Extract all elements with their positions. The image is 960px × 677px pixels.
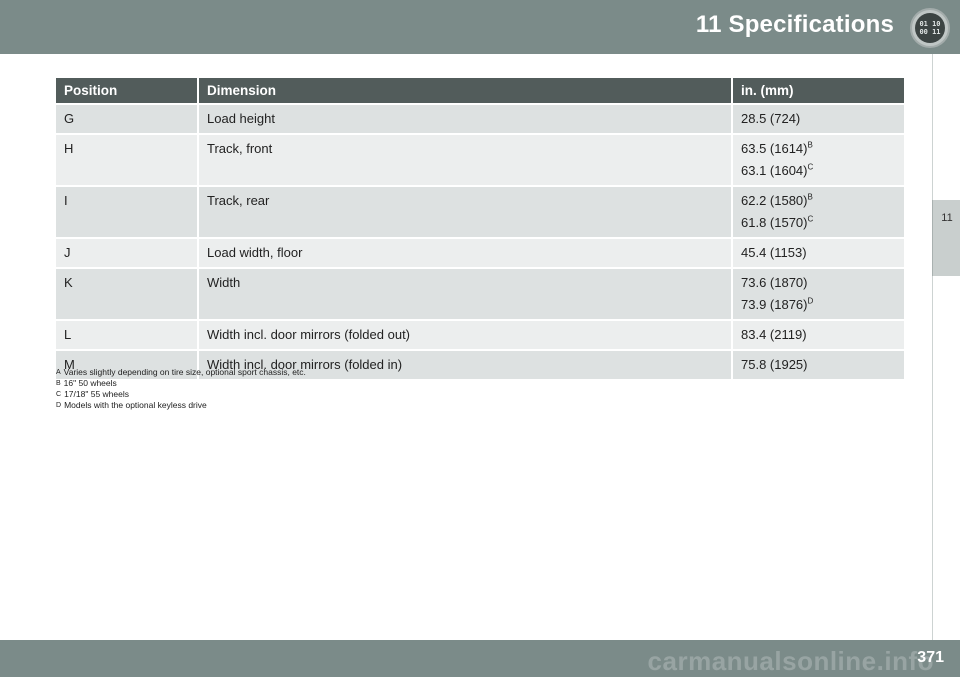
column-header-dimension: Dimension <box>198 78 733 104</box>
footnote: B 16" 50 wheels <box>56 378 306 389</box>
table-row: I Track, rear 62.2 (1580)B 61.8 (1570)C <box>56 185 904 238</box>
badge-inner: 01 10 00 11 <box>915 13 945 43</box>
table-row: L Width incl. door mirrors (folded out) 83… <box>56 319 904 350</box>
cell-value: 83.4 (2119) <box>732 319 904 350</box>
footnote-ref: B <box>807 192 813 202</box>
value-text: 45.4 (1153) <box>741 245 807 260</box>
value-text: 83.4 (2119) <box>741 327 807 342</box>
cell-position: G <box>56 103 199 134</box>
column-header-value: in. (mm) <box>732 78 904 104</box>
cell-position: K <box>56 267 199 320</box>
side-divider <box>932 276 960 640</box>
value-text: 61.8 (1570) <box>741 215 808 230</box>
dimensions-table: Position Dimension in. (mm) G Load height… <box>56 78 904 379</box>
footer-bar: 371 carmanualsonline.info <box>0 640 960 677</box>
cell-dimension: Track, rear <box>198 185 733 238</box>
cell-position: J <box>56 237 199 268</box>
cell-position: H <box>56 133 199 186</box>
table-row: K Width 73.6 (1870) 73.9 (1876)D <box>56 267 904 320</box>
side-divider <box>932 54 960 200</box>
value-text: 28.5 (724) <box>741 111 801 126</box>
value-line: 83.4 (2119) <box>741 327 896 343</box>
footnote-marker: D <box>56 402 62 409</box>
cell-dimension: Width <box>198 267 733 320</box>
footnote-text: 16" 50 wheels <box>63 378 117 388</box>
cell-value: 73.6 (1870) 73.9 (1876)D <box>732 267 904 320</box>
value-line: 28.5 (724) <box>741 111 896 127</box>
footnote-ref: C <box>807 162 814 172</box>
chapter-number: 11 <box>941 212 953 224</box>
footnote-marker: B <box>56 380 61 387</box>
cell-dimension: Load width, floor <box>198 237 733 268</box>
cell-value: 63.5 (1614)B 63.1 (1604)C <box>732 133 904 186</box>
cell-dimension: Load height <box>198 103 733 134</box>
cell-position: L <box>56 319 199 350</box>
cell-value: 28.5 (724) <box>732 103 904 134</box>
badge-line: 01 10 <box>919 20 941 28</box>
page-title: 11 Specifications <box>695 11 894 38</box>
value-text: 75.8 (1925) <box>741 357 808 372</box>
table-row: J Load width, floor 45.4 (1153) <box>56 237 904 268</box>
value-line: 45.4 (1153) <box>741 245 896 261</box>
value-line: 75.8 (1925) <box>741 357 896 373</box>
footnote-text: Models with the optional keyless drive <box>64 400 207 410</box>
value-text: 63.1 (1604) <box>741 163 808 178</box>
cell-dimension: Width incl. door mirrors (folded out) <box>198 319 733 350</box>
table-row: G Load height 28.5 (724) <box>56 103 904 134</box>
value-line: 62.2 (1580)B <box>741 193 896 209</box>
cell-position: I <box>56 185 199 238</box>
table-row: H Track, front 63.5 (1614)B 63.1 (1604)C <box>56 133 904 186</box>
value-line: 61.8 (1570)C <box>741 215 896 231</box>
value-line: 73.6 (1870) <box>741 275 896 291</box>
value-text: 73.6 (1870) <box>741 275 808 290</box>
footnote-ref: B <box>807 140 813 150</box>
chapter-side-tab[interactable]: 11 <box>932 200 960 276</box>
footnote-text: 17/18" 55 wheels <box>64 389 129 399</box>
value-text: 62.2 (1580) <box>741 193 808 208</box>
footnote-text: Varies slightly depending on tire size, … <box>63 367 306 377</box>
table-body: G Load height 28.5 (724) H Track, front 63.5 … <box>56 103 904 379</box>
value-text: 73.9 (1876) <box>741 297 808 312</box>
footnote: D Models with the optional keyless drive <box>56 400 306 411</box>
cell-value: 45.4 (1153) <box>732 237 904 268</box>
column-header-position: Position <box>56 78 199 104</box>
badge-line: 00 11 <box>919 28 941 36</box>
cell-dimension: Track, front <box>198 133 733 186</box>
footnote: C 17/18" 55 wheels <box>56 389 306 400</box>
table-header-row: Position Dimension in. (mm) <box>56 78 904 104</box>
watermark: carmanualsonline.info <box>647 646 934 676</box>
cell-value: 62.2 (1580)B 61.8 (1570)C <box>732 185 904 238</box>
cell-value: 75.8 (1925) <box>732 349 904 379</box>
footnote-ref: C <box>807 214 814 224</box>
footnote-marker: A <box>56 369 61 376</box>
value-line: 63.5 (1614)B <box>741 141 896 157</box>
footnote: A Varies slightly depending on tire size,… <box>56 367 306 378</box>
footnote-marker: C <box>56 391 62 398</box>
header-bar: 11 Specifications 01 10 00 11 <box>0 0 960 54</box>
value-line: 73.9 (1876)D <box>741 297 896 313</box>
chapter-badge-icon: 01 10 00 11 <box>910 8 950 48</box>
footnotes: A Varies slightly depending on tire size,… <box>56 367 306 411</box>
footnote-ref: D <box>807 296 814 306</box>
value-text: 63.5 (1614) <box>741 141 808 156</box>
value-line: 63.1 (1604)C <box>741 163 896 179</box>
